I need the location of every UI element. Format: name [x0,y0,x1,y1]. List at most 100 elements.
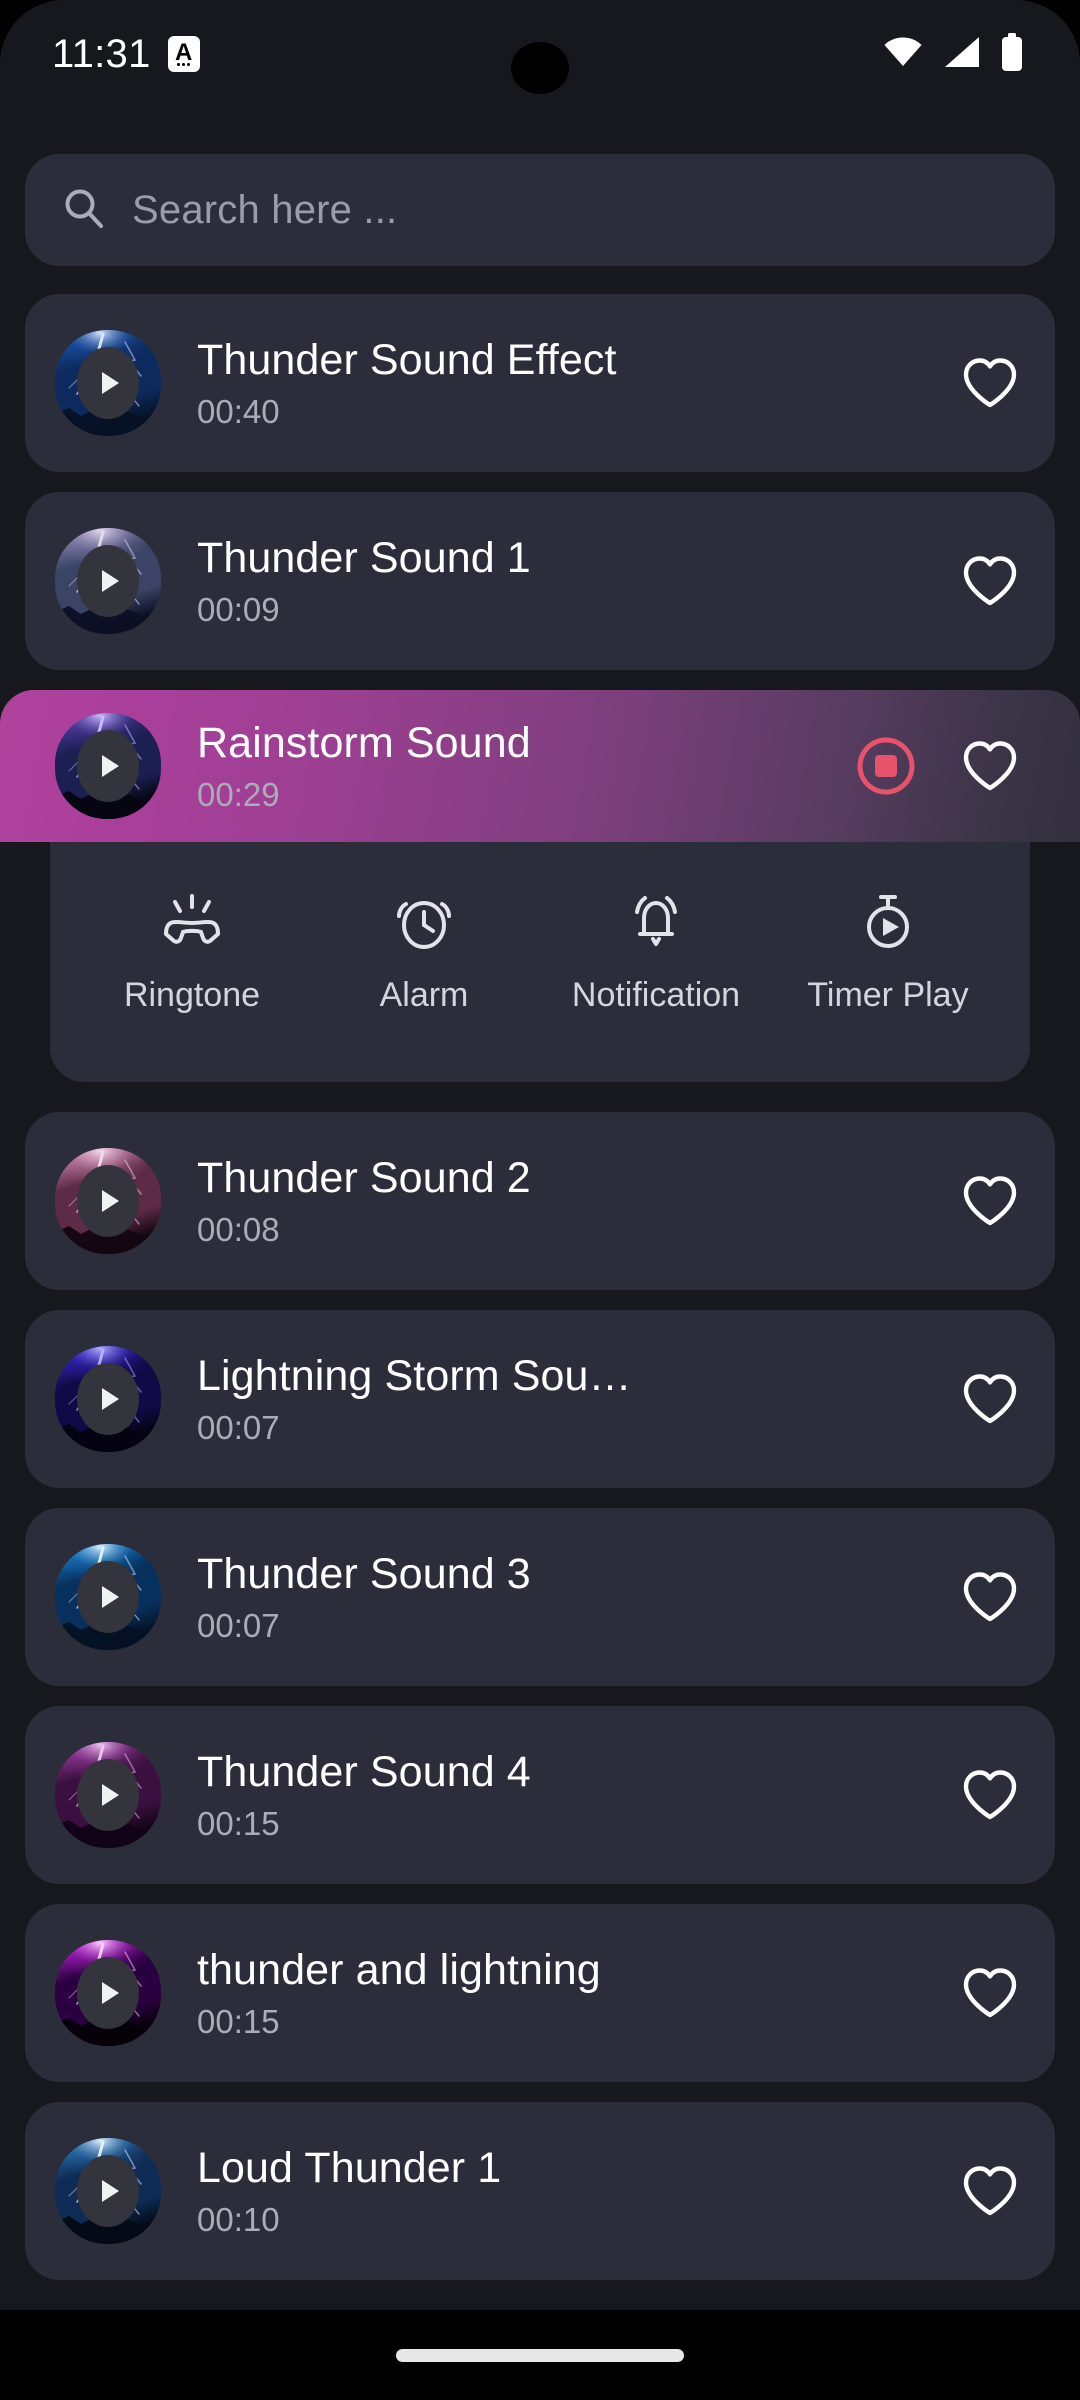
sound-row-actions [959,352,1021,414]
sound-duration: 00:08 [197,1211,280,1248]
app-badge-dots [177,63,191,66]
sound-meta: thunder and lightning 00:15 [197,1945,943,2041]
sound-title: Thunder Sound 1 [197,534,531,582]
action-label: Ringtone [123,975,261,1014]
sound-meta: Loud Thunder 1 00:10 [197,2143,943,2239]
sound-duration: 00:07 [197,1409,280,1446]
sound-list: Thunder Sound Effect 00:40 Thunder Sound… [0,294,1080,2300]
sound-thumbnail[interactable] [55,1940,161,2046]
sound-thumbnail[interactable] [55,1346,161,1452]
sound-title: Thunder Sound 4 [197,1748,531,1796]
play-icon[interactable] [77,730,139,802]
sound-title: thunder and lightning [197,1946,601,1994]
sound-duration: 00:09 [197,591,280,628]
bell-icon [624,894,688,955]
sound-title: Thunder Sound 3 [197,1550,531,1598]
sound-row-active[interactable]: Rainstorm Sound 00:29 [0,690,1080,842]
action-label: Alarm [379,975,469,1014]
sound-row[interactable]: Thunder Sound 4 00:15 [25,1706,1055,1884]
phone-ringing-icon [160,893,224,955]
home-gesture-pill[interactable] [396,2348,684,2362]
status-bar-left: 11:31 A [52,32,200,77]
sound-thumbnail[interactable] [55,330,161,436]
sound-row-actions [959,1368,1021,1430]
app-notification-badge-icon: A [167,36,200,72]
sound-duration: 00:15 [197,1805,280,1842]
favorite-button[interactable] [959,1368,1021,1430]
favorite-button[interactable] [959,352,1021,414]
play-icon[interactable] [77,1363,139,1435]
sound-duration: 00:29 [197,776,280,813]
stop-button[interactable] [855,735,917,797]
favorite-button[interactable] [959,1764,1021,1826]
action-alarm[interactable]: Alarm [308,894,540,1013]
search-input[interactable]: Search here ... [132,188,397,233]
sound-thumbnail[interactable] [55,1148,161,1254]
sound-thumbnail[interactable] [55,713,161,819]
cellular-signal-icon [942,36,982,73]
sound-row[interactable]: Thunder Sound 3 00:07 [25,1508,1055,1686]
app-badge-letter: A [174,39,193,66]
sound-row[interactable]: Thunder Sound 1 00:09 [25,492,1055,670]
sound-row-actions [959,550,1021,612]
search-bar[interactable]: Search here ... [25,154,1055,266]
status-bar-right [882,32,1024,76]
sound-row-actions [959,1764,1021,1826]
list-bottom-fade [0,2300,1080,2310]
battery-icon [1000,32,1024,76]
sound-row[interactable]: Thunder Sound 2 00:08 [25,1112,1055,1290]
system-navigation-bar [0,2310,1080,2400]
sound-meta: Rainstorm Sound 00:29 [197,718,839,814]
sound-meta: Thunder Sound 4 00:15 [197,1747,943,1843]
sound-meta: Thunder Sound Effect 00:40 [197,335,943,431]
favorite-button[interactable] [959,1566,1021,1628]
play-icon[interactable] [77,1957,139,2029]
play-icon[interactable] [77,1165,139,1237]
favorite-button[interactable] [959,550,1021,612]
sound-meta: Thunder Sound 1 00:09 [197,533,943,629]
action-label: Timer Play [807,975,969,1014]
sound-title: Rainstorm Sound [197,719,531,767]
sound-thumbnail[interactable] [55,1544,161,1650]
sound-row[interactable]: Thunder Sound Effect 00:40 [25,294,1055,472]
search-icon [63,187,105,234]
sound-thumbnail[interactable] [55,1742,161,1848]
sound-duration: 00:10 [197,2201,280,2238]
sound-meta: Thunder Sound 2 00:08 [197,1153,943,1249]
sound-meta: Thunder Sound 3 00:07 [197,1549,943,1645]
action-notification[interactable]: Notification [540,894,772,1013]
sound-title: Lightning Storm Sou… [197,1352,632,1400]
stopwatch-play-icon [856,894,920,955]
play-icon[interactable] [77,2155,139,2227]
sound-row[interactable]: Lightning Storm Sou… 00:07 [25,1310,1055,1488]
sound-action-panel: Ringtone Alarm Notification Timer Play [50,842,1030,1082]
sound-thumbnail[interactable] [55,2138,161,2244]
favorite-button[interactable] [959,1962,1021,2024]
sound-title: Thunder Sound 2 [197,1154,531,1202]
sound-row-actions [959,1962,1021,2024]
favorite-button[interactable] [959,735,1021,797]
status-bar: 11:31 A [0,0,1080,108]
play-icon[interactable] [77,347,139,419]
sound-title: Loud Thunder 1 [197,2144,502,2192]
sound-thumbnail[interactable] [55,528,161,634]
wifi-icon [882,36,924,73]
sound-row[interactable]: Loud Thunder 1 00:10 [25,2102,1055,2280]
sound-duration: 00:40 [197,393,280,430]
play-icon[interactable] [77,1561,139,1633]
phone-screen: 11:31 A Search here ... Thunder Sound Ef… [0,0,1080,2400]
alarm-clock-icon [392,894,456,955]
play-icon[interactable] [77,1759,139,1831]
sound-duration: 00:07 [197,1607,280,1644]
sound-row[interactable]: thunder and lightning 00:15 [25,1904,1055,2082]
sound-meta: Lightning Storm Sou… 00:07 [197,1351,943,1447]
action-label: Notification [571,975,741,1014]
camera-punch-hole [511,42,569,94]
favorite-button[interactable] [959,2160,1021,2222]
sound-row-actions [959,2160,1021,2222]
action-ringtone[interactable]: Ringtone [76,893,308,1014]
action-timer-play[interactable]: Timer Play [772,894,1004,1013]
sound-title: Thunder Sound Effect [197,336,617,384]
favorite-button[interactable] [959,1170,1021,1232]
play-icon[interactable] [77,545,139,617]
